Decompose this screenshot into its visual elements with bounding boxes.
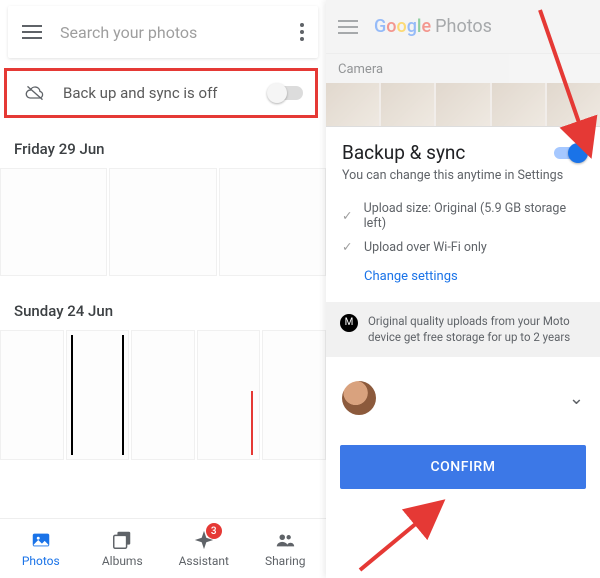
check-icon: ✓ — [342, 208, 354, 224]
photos-main-screen: Search your photos Back up and sync is o… — [0, 0, 326, 578]
check-icon: ✓ — [342, 239, 354, 255]
avatar — [342, 381, 376, 415]
upload-wifi-text: Upload over Wi-Fi only — [364, 240, 487, 255]
upload-wifi-row: ✓ Upload over Wi-Fi only — [326, 235, 600, 259]
albums-icon — [111, 529, 133, 551]
search-input[interactable]: Search your photos — [60, 23, 300, 42]
search-bar[interactable]: Search your photos — [8, 6, 318, 58]
moto-icon: M — [340, 314, 358, 332]
google-photos-logo: GooglePhotos — [374, 16, 492, 37]
more-menu-icon[interactable] — [300, 23, 304, 41]
photo-thumbnail[interactable] — [131, 330, 195, 460]
nav-label: Photos — [22, 554, 60, 568]
photo-row — [0, 330, 326, 460]
photo-thumbnail[interactable] — [0, 168, 107, 276]
photo-thumbnail[interactable] — [197, 330, 261, 460]
app-header: GooglePhotos — [326, 0, 600, 54]
nav-sharing[interactable]: Sharing — [245, 519, 327, 578]
nav-assistant[interactable]: 3 Assistant — [163, 519, 245, 578]
photo-thumbnail[interactable] — [109, 168, 216, 276]
nav-label: Albums — [102, 554, 143, 568]
promo-box: M Original quality uploads from your Mot… — [326, 302, 600, 357]
backup-banner-text: Back up and sync is off — [63, 84, 269, 102]
upload-size-text: Upload size: Original (5.9 GB storage le… — [364, 201, 584, 231]
bottom-nav: Photos Albums 3 Assistant Sharing — [0, 518, 326, 578]
nav-label: Assistant — [179, 554, 229, 568]
sheet-title: Backup & sync — [342, 141, 554, 164]
backup-banner[interactable]: Back up and sync is off — [4, 68, 318, 118]
photo-thumbnail[interactable] — [262, 330, 326, 460]
hamburger-icon[interactable] — [338, 20, 358, 34]
folder-label: Camera — [326, 54, 600, 83]
cloud-off-icon — [21, 83, 49, 103]
photos-icon — [30, 529, 52, 551]
nav-albums[interactable]: Albums — [82, 519, 164, 578]
sheet-subtitle: You can change this anytime in Settings — [326, 168, 600, 197]
backup-toggle-off[interactable] — [269, 86, 303, 100]
nav-photos[interactable]: Photos — [0, 519, 82, 578]
photo-row — [0, 168, 326, 296]
hamburger-icon[interactable] — [22, 25, 42, 39]
account-selector[interactable]: ⌄ — [326, 357, 600, 445]
backup-dialog-screen: GooglePhotos Camera Backup & sync You ca… — [326, 0, 600, 578]
promo-text: Original quality uploads from your Moto … — [368, 314, 586, 345]
backup-sync-sheet: Backup & sync You can change this anytim… — [326, 126, 600, 578]
notification-badge: 3 — [206, 523, 222, 539]
chevron-down-icon: ⌄ — [569, 388, 584, 409]
date-header: Sunday 24 Jun — [0, 296, 326, 330]
photo-thumbnail[interactable] — [219, 168, 326, 276]
nav-label: Sharing — [265, 554, 306, 568]
confirm-button[interactable]: CONFIRM — [340, 445, 586, 489]
sharing-icon — [274, 529, 296, 551]
photo-thumbnail[interactable] — [66, 330, 130, 460]
upload-size-row: ✓ Upload size: Original (5.9 GB storage … — [326, 197, 600, 235]
photo-thumbnail[interactable] — [0, 330, 64, 460]
change-settings-link[interactable]: Change settings — [326, 259, 600, 302]
backup-toggle-on[interactable] — [554, 147, 584, 159]
date-header: Friday 29 Jun — [0, 134, 326, 168]
